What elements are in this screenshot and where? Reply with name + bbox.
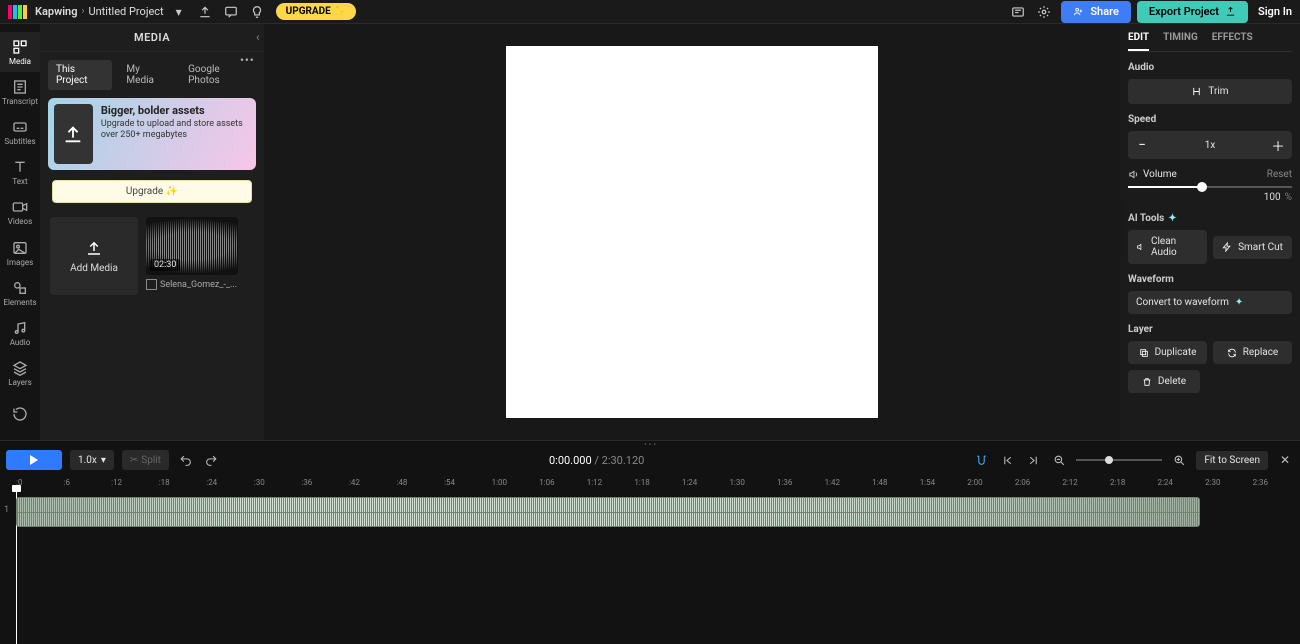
promo-title: Bigger, bolder assets (101, 104, 250, 117)
zoom-out-icon[interactable] (1050, 451, 1068, 469)
fit-to-screen-button[interactable]: Fit to Screen (1196, 451, 1268, 470)
changelog-icon[interactable] (1007, 1, 1029, 23)
rail-audio[interactable]: Audio (0, 313, 40, 353)
speed-increase[interactable]: ＋ (1264, 131, 1292, 159)
playback-rate[interactable]: 1.0x ▾ (70, 450, 114, 470)
rail-videos[interactable]: Videos (0, 193, 40, 233)
media-panel-title: MEDIA ••• (40, 24, 264, 52)
section-audio: Audio (1128, 62, 1292, 73)
track-row-number: 1 (4, 505, 9, 515)
waveform (17, 498, 1199, 526)
upload-icon[interactable] (194, 1, 216, 23)
zoom-slider[interactable] (1076, 459, 1162, 461)
canvas-area[interactable] (264, 24, 1120, 440)
play-button[interactable] (6, 450, 62, 470)
volume-icon (1128, 169, 1139, 180)
left-rail: Media Transcript Subtitles Text Videos I… (0, 24, 40, 440)
media-tabs: This Project My Media Google Photos (40, 52, 264, 94)
tab-this-project[interactable]: This Project (48, 60, 112, 90)
rail-media[interactable]: Media (0, 32, 40, 72)
chevron-right-icon: › (81, 6, 84, 17)
promo-body: Upgrade to upload and store assets over … (101, 119, 250, 142)
right-panel: EDIT TIMING EFFECTS Audio Trim Speed − 1… (1120, 24, 1300, 440)
play-icon (30, 455, 38, 465)
project-name[interactable]: Untitled Project (88, 5, 163, 18)
snap-icon[interactable] (972, 451, 990, 469)
close-icon[interactable]: ✕ (1276, 451, 1294, 469)
speed-stepper[interactable]: − 1x ＋ (1128, 131, 1292, 159)
tab-effects[interactable]: EFFECTS (1212, 32, 1253, 51)
upload-icon (54, 104, 93, 164)
tab-timing[interactable]: TIMING (1163, 32, 1198, 51)
rail-elements[interactable]: Elements (0, 273, 40, 313)
trim-button[interactable]: Trim (1128, 79, 1292, 104)
split-button[interactable]: ✂ Split (122, 450, 169, 470)
tab-edit[interactable]: EDIT (1128, 32, 1149, 51)
media-clip[interactable]: 02:30 Selena_Gomez_-_... (146, 217, 238, 295)
volume-label: Volume (1143, 169, 1177, 180)
section-speed: Speed (1128, 114, 1292, 125)
comment-icon[interactable] (220, 1, 242, 23)
timeline-ruler[interactable]: :0:6:12:18:24:30:36:42:48:541:001:061:12… (0, 473, 1300, 487)
rail-subtitles[interactable]: Subtitles (0, 112, 40, 152)
rail-images[interactable]: Images (0, 233, 40, 273)
brand-name: Kapwing (35, 5, 77, 18)
speed-value: 1x (1156, 140, 1264, 151)
logo (8, 5, 27, 19)
volume-slider[interactable] (1128, 186, 1292, 188)
sparkle-icon: ✦ (1235, 297, 1243, 308)
upgrade-promo: Bigger, bolder assets Upgrade to upload … (48, 98, 256, 170)
volume-reset[interactable]: Reset (1267, 169, 1292, 180)
waveform-thumbnail: 02:30 (146, 217, 238, 275)
timeline: • • • 1.0x ▾ ✂ Split 0:00.000 / 2:30.120… (0, 440, 1300, 644)
promo-upgrade-button[interactable]: Upgrade ✨ (52, 180, 252, 203)
section-waveform: Waveform (1128, 274, 1292, 285)
canvas[interactable] (506, 46, 878, 418)
export-button[interactable]: Export Project (1137, 1, 1248, 23)
replace-button[interactable]: Replace (1213, 341, 1292, 364)
media-panel: ‹ MEDIA ••• This Project My Media Google… (40, 24, 264, 440)
audio-clip-track[interactable] (16, 497, 1200, 527)
clip-duration: 02:30 (150, 259, 180, 271)
timecode: 0:00.000 / 2:30.120 (549, 454, 644, 467)
lightbulb-icon[interactable] (246, 1, 268, 23)
section-layer: Layer (1128, 324, 1292, 335)
share-button[interactable]: Share (1061, 1, 1131, 23)
skip-end-icon[interactable] (1024, 451, 1042, 469)
speed-decrease[interactable]: − (1128, 131, 1156, 159)
rail-layers[interactable]: Layers (0, 354, 40, 394)
duplicate-button[interactable]: Duplicate (1128, 341, 1207, 364)
skip-start-icon[interactable] (998, 451, 1016, 469)
upgrade-pill[interactable]: UPGRADE ✨ (276, 3, 356, 20)
clean-audio-button[interactable]: Clean Audio (1128, 230, 1207, 264)
delete-button[interactable]: Delete (1128, 370, 1200, 393)
sign-in-link[interactable]: Sign In (1258, 5, 1292, 18)
gear-icon[interactable] (1033, 1, 1055, 23)
sparkle-icon: ✦ (1168, 213, 1176, 224)
clip-filename: Selena_Gomez_-_... (146, 279, 238, 290)
top-bar: Kapwing › Untitled Project ▾ UPGRADE ✨ S… (0, 0, 1300, 24)
volume-unit: % (1285, 192, 1292, 203)
convert-waveform-button[interactable]: Convert to waveform✦ (1128, 291, 1292, 314)
undo-icon[interactable] (177, 451, 195, 469)
redo-icon[interactable] (203, 451, 221, 469)
more-icon[interactable]: ••• (240, 54, 258, 67)
volume-value: 100 (1264, 192, 1281, 203)
add-media-button[interactable]: Add Media (50, 217, 138, 295)
track-area[interactable]: 1 (0, 487, 1300, 644)
rail-text[interactable]: Text (0, 153, 40, 193)
smart-cut-button[interactable]: Smart Cut (1213, 236, 1292, 259)
tab-my-media[interactable]: My Media (118, 60, 174, 90)
chevron-down-icon[interactable]: ▾ (168, 1, 190, 23)
section-ai-tools: AI Tools✦ (1128, 213, 1292, 224)
zoom-in-icon[interactable] (1170, 451, 1188, 469)
rail-history[interactable] (0, 394, 40, 434)
rail-transcript[interactable]: Transcript (0, 72, 40, 112)
